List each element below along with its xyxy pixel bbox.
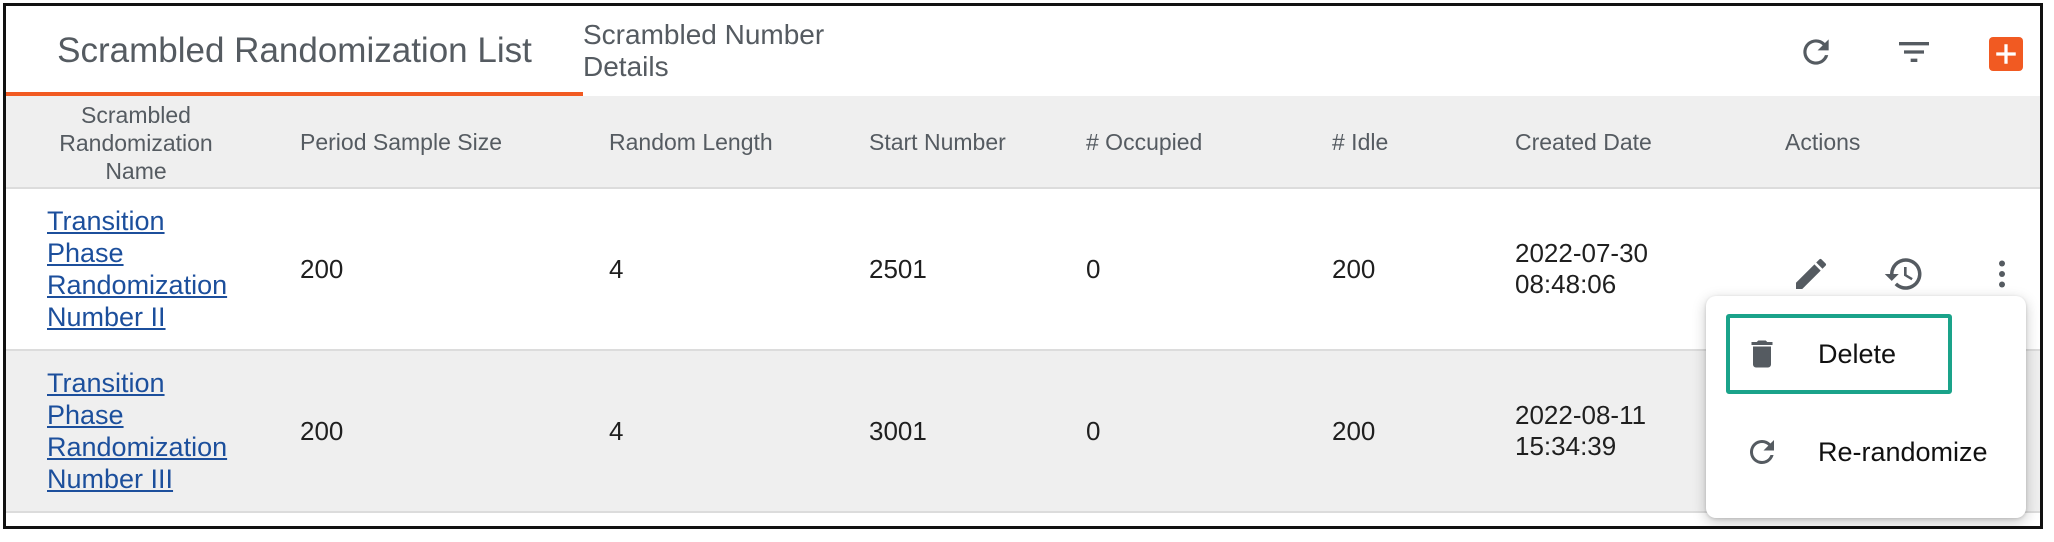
refresh-icon — [1742, 432, 1782, 472]
trash-icon — [1742, 334, 1782, 374]
refresh-icon — [1803, 39, 1829, 65]
random-length-cell: 4 — [609, 415, 624, 446]
random-length-cell: 4 — [609, 253, 624, 284]
tab-label: Scrambled Number Details — [583, 19, 825, 82]
column-header-random-length[interactable]: Random Length — [609, 96, 773, 189]
refresh-button[interactable] — [1794, 30, 1838, 74]
filter-button[interactable] — [1892, 30, 1936, 74]
created-date-cell: 2022-08-11 15:34:39 — [1515, 400, 1647, 461]
occupied-cell: 0 — [1086, 415, 1101, 446]
edit-button[interactable] — [1789, 252, 1833, 296]
idle-cell: 200 — [1332, 415, 1376, 446]
filter-icon — [1899, 42, 1929, 62]
period-sample-size-cell: 200 — [300, 415, 344, 446]
tab-bar: Scrambled Randomization List Scrambled N… — [6, 6, 2040, 96]
column-header-period-sample-size[interactable]: Period Sample Size — [300, 96, 502, 189]
add-button[interactable] — [1989, 37, 2023, 71]
occupied-cell: 0 — [1086, 253, 1101, 284]
randomization-name-link[interactable]: Transition Phase Randomization Number II… — [47, 367, 247, 495]
start-number-cell: 2501 — [869, 253, 927, 284]
name-cell: Transition Phase Randomization Number II — [47, 189, 247, 349]
randomization-name-link[interactable]: Transition Phase Randomization Number II — [47, 205, 247, 333]
start-number-cell: 3001 — [869, 415, 927, 446]
add-icon — [1996, 44, 2016, 64]
actions-dropdown-menu: Delete Re-randomize — [1706, 296, 2026, 518]
app-frame: Scrambled Randomization List Scrambled N… — [3, 3, 2043, 529]
tab-label: Scrambled Randomization List — [57, 31, 532, 70]
more-options-button[interactable] — [1980, 252, 2024, 296]
column-header-actions: Actions — [1785, 129, 1861, 155]
period-sample-size-cell: 200 — [300, 253, 344, 284]
table-header: Scrambled Randomization Name Period Samp… — [6, 96, 2040, 189]
menu-item-label: Re-randomize — [1818, 436, 1988, 467]
column-header-start-number[interactable]: Start Number — [869, 96, 1006, 189]
column-header-created-date[interactable]: Created Date — [1515, 96, 1652, 189]
more-vert-icon — [1999, 260, 2005, 288]
column-header-occupied[interactable]: # Occupied — [1086, 96, 1202, 189]
created-date-cell: 2022-07-30 08:48:06 — [1515, 238, 1648, 299]
tab-scrambled-randomization-list[interactable]: Scrambled Randomization List — [6, 6, 583, 96]
tab-scrambled-number-details[interactable]: Scrambled Number Details — [583, 6, 893, 96]
idle-cell: 200 — [1332, 253, 1376, 284]
column-header-idle[interactable]: # Idle — [1332, 96, 1388, 189]
menu-item-delete[interactable]: Delete — [1706, 310, 2026, 398]
column-header-name[interactable]: Scrambled Randomization Name — [36, 96, 236, 189]
name-cell: Transition Phase Randomization Number II… — [47, 351, 247, 511]
menu-item-label: Delete — [1818, 338, 1897, 369]
history-icon — [1884, 258, 1922, 290]
menu-item-re-randomize[interactable]: Re-randomize — [1706, 408, 2026, 496]
history-button[interactable] — [1882, 252, 1926, 296]
pencil-icon — [1796, 258, 1827, 289]
